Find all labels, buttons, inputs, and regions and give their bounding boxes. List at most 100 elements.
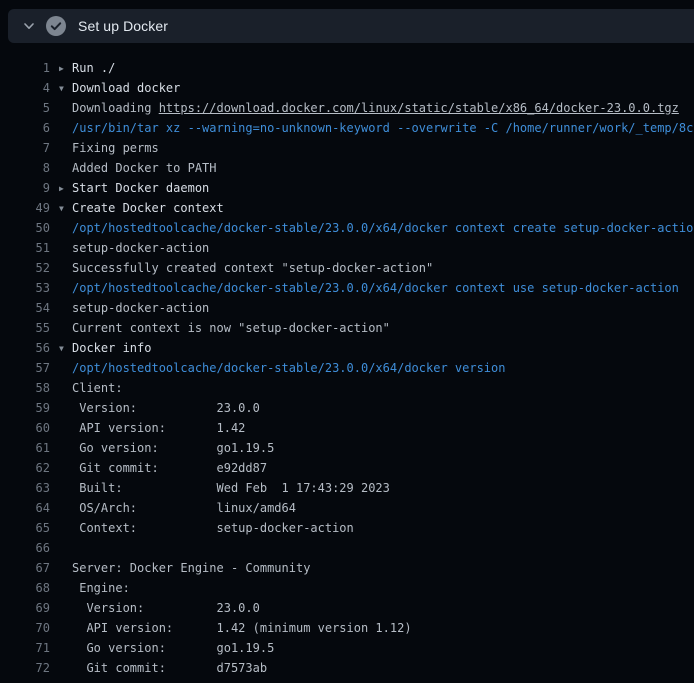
- line-number[interactable]: 1: [0, 61, 50, 75]
- line-number[interactable]: 58: [0, 381, 50, 395]
- line-number[interactable]: 9: [0, 181, 50, 195]
- line-number[interactable]: 61: [0, 441, 50, 455]
- log-area: 1▶Run ./4▼Download docker5Downloading ht…: [0, 44, 694, 683]
- group-title[interactable]: Start Docker daemon: [72, 181, 209, 195]
- triangle-down-icon[interactable]: ▼: [59, 84, 72, 93]
- log-text: Added Docker to PATH: [72, 161, 217, 175]
- log-text: OS/Arch: linux/amd64: [72, 501, 296, 515]
- chevron-down-icon[interactable]: [23, 20, 35, 32]
- triangle-right-icon[interactable]: ▶: [59, 184, 72, 193]
- line-number[interactable]: 50: [0, 221, 50, 235]
- group-title[interactable]: Download docker: [72, 81, 180, 95]
- group-title[interactable]: Docker info: [72, 341, 151, 355]
- line-number[interactable]: 5: [0, 101, 50, 115]
- log-line: 64 OS/Arch: linux/amd64: [0, 498, 694, 518]
- line-number[interactable]: 64: [0, 501, 50, 515]
- log-text: API version: 1.42: [72, 421, 245, 435]
- log-group-row[interactable]: 49 ▼Create Docker context: [0, 198, 694, 218]
- log-text: Engine:: [72, 581, 130, 595]
- line-number[interactable]: 49: [0, 201, 50, 215]
- line-number[interactable]: 59: [0, 401, 50, 415]
- download-url-link[interactable]: https://download.docker.com/linux/static…: [159, 101, 679, 115]
- log-line-content: ▶Run ./: [59, 61, 694, 75]
- log-group-row[interactable]: 1 ▶Run ./: [0, 58, 694, 78]
- log-line-content: /opt/hostedtoolcache/docker-stable/23.0.…: [72, 281, 694, 295]
- line-number[interactable]: 57: [0, 361, 50, 375]
- line-number[interactable]: 8: [0, 161, 50, 175]
- line-number[interactable]: 66: [0, 541, 50, 555]
- step-header[interactable]: Set up Docker: [8, 9, 694, 43]
- line-number[interactable]: 65: [0, 521, 50, 535]
- log-line-content: Git commit: d7573ab: [72, 661, 694, 675]
- triangle-right-icon[interactable]: ▶: [59, 64, 72, 73]
- log-line-content: setup-docker-action: [72, 241, 694, 255]
- log-line-content: API version: 1.42 (minimum version 1.12): [72, 621, 694, 635]
- log-line-content: Built: Wed Feb 1 17:43:29 2023: [72, 481, 694, 495]
- line-number[interactable]: 6: [0, 121, 50, 135]
- group-title[interactable]: Create Docker context: [72, 201, 224, 215]
- log-line-content: Version: 23.0.0: [72, 601, 694, 615]
- log-line-content: Go version: go1.19.5: [72, 641, 694, 655]
- log-group-row[interactable]: 9 ▶Start Docker daemon: [0, 178, 694, 198]
- log-text: Version: 23.0.0: [72, 401, 260, 415]
- command-text: /opt/hostedtoolcache/docker-stable/23.0.…: [72, 221, 694, 235]
- command-text: /usr/bin/tar xz --warning=no-unknown-key…: [72, 121, 694, 135]
- log-line: 7 Fixing perms: [0, 138, 694, 158]
- line-number[interactable]: 63: [0, 481, 50, 495]
- line-number[interactable]: 4: [0, 81, 50, 95]
- line-number[interactable]: 67: [0, 561, 50, 575]
- log-line-content: Fixing perms: [72, 141, 694, 155]
- log-line: 6/usr/bin/tar xz --warning=no-unknown-ke…: [0, 118, 694, 138]
- log-line: 52Successfully created context "setup-do…: [0, 258, 694, 278]
- log-line-content: /opt/hostedtoolcache/docker-stable/23.0.…: [72, 221, 694, 235]
- line-number[interactable]: 60: [0, 421, 50, 435]
- line-number[interactable]: 68: [0, 581, 50, 595]
- log-group-row[interactable]: 4 ▼Download docker: [0, 78, 694, 98]
- line-number[interactable]: 51: [0, 241, 50, 255]
- line-number[interactable]: 69: [0, 601, 50, 615]
- log-line-content: Engine:: [72, 581, 694, 595]
- line-number[interactable]: 62: [0, 461, 50, 475]
- line-number[interactable]: 56: [0, 341, 50, 355]
- line-number[interactable]: 52: [0, 261, 50, 275]
- log-line-content: API version: 1.42: [72, 421, 694, 435]
- log-line: 51 setup-docker-action: [0, 238, 694, 258]
- log-line: 5 Downloading https://download.docker.com…: [0, 98, 694, 118]
- log-line: 60 API version: 1.42: [0, 418, 694, 438]
- line-number[interactable]: 55: [0, 321, 50, 335]
- log-line: 62 Git commit: e92dd87: [0, 458, 694, 478]
- log-line: 65 Context: setup-docker-action: [0, 518, 694, 538]
- log-line: 70 API version: 1.42 (minimum version 1.…: [0, 618, 694, 638]
- log-group-row[interactable]: 56 ▼Docker info: [0, 338, 694, 358]
- log-line-content: Added Docker to PATH: [72, 161, 694, 175]
- log-line: 53/opt/hostedtoolcache/docker-stable/23.…: [0, 278, 694, 298]
- line-number[interactable]: 53: [0, 281, 50, 295]
- log-text: Downloading: [72, 101, 159, 115]
- log-line: 68 Engine:: [0, 578, 694, 598]
- log-line-content: Context: setup-docker-action: [72, 521, 694, 535]
- log-line: 57/opt/hostedtoolcache/docker-stable/23.…: [0, 358, 694, 378]
- log-line-content: ▼Download docker: [59, 81, 694, 95]
- log-line-content: Current context is now "setup-docker-act…: [72, 321, 694, 335]
- line-number[interactable]: 7: [0, 141, 50, 155]
- command-text: /opt/hostedtoolcache/docker-stable/23.0.…: [72, 361, 505, 375]
- log-text: Git commit: e92dd87: [72, 461, 267, 475]
- log-text: setup-docker-action: [72, 301, 209, 315]
- log-line: 50/opt/hostedtoolcache/docker-stable/23.…: [0, 218, 694, 238]
- group-title[interactable]: Run ./: [72, 61, 115, 75]
- log-line: 72 Git commit: d7573ab: [0, 658, 694, 678]
- line-number[interactable]: 70: [0, 621, 50, 635]
- triangle-down-icon[interactable]: ▼: [59, 344, 72, 353]
- log-line-content: ▶Start Docker daemon: [59, 181, 694, 195]
- line-number[interactable]: 71: [0, 641, 50, 655]
- log-line-content: OS/Arch: linux/amd64: [72, 501, 694, 515]
- log-line: 59 Version: 23.0.0: [0, 398, 694, 418]
- log-line-content: Client:: [72, 381, 694, 395]
- log-line: 63 Built: Wed Feb 1 17:43:29 2023: [0, 478, 694, 498]
- line-number[interactable]: 54: [0, 301, 50, 315]
- log-line-content: Go version: go1.19.5: [72, 441, 694, 455]
- triangle-down-icon[interactable]: ▼: [59, 204, 72, 213]
- line-number[interactable]: 72: [0, 661, 50, 675]
- actions-log-page: { "header": { "title": "Set up Docker", …: [0, 0, 694, 683]
- log-line: 55 Current context is now "setup-docker-a…: [0, 318, 694, 338]
